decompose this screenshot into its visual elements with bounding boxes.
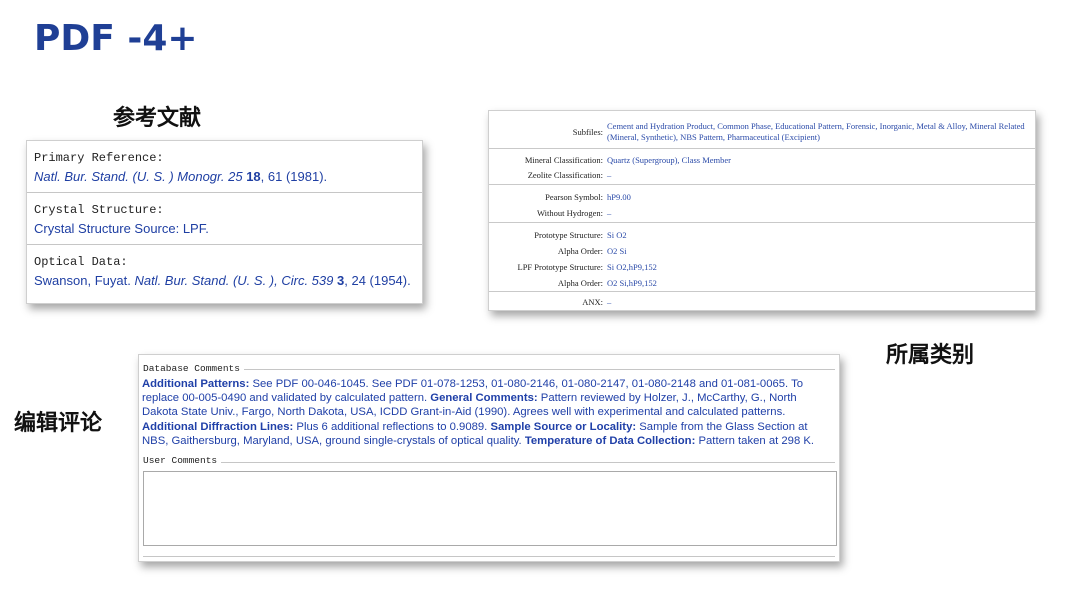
anx-group: ANX: – bbox=[489, 292, 1035, 312]
mineral-row: Mineral Classification: Quartz (Supergro… bbox=[489, 154, 1035, 166]
caption-comments: 编辑评论 bbox=[14, 411, 103, 436]
user-comments-textarea[interactable] bbox=[143, 471, 837, 546]
slide-title: PDF -4+ bbox=[34, 18, 198, 59]
subfiles-value[interactable]: Cement and Hydration Product, Common Pha… bbox=[607, 121, 1027, 143]
without-hydrogen-value: – bbox=[607, 208, 612, 218]
additional-diffraction-text: Plus 6 additional reflections to 0.9089. bbox=[293, 420, 491, 433]
database-comments-text: Additional Patterns: See PDF 00-046-1045… bbox=[142, 377, 832, 448]
database-comments-divider bbox=[143, 369, 835, 370]
primary-reference-label: Primary Reference: bbox=[34, 151, 164, 165]
subfiles-label: Subfiles: bbox=[572, 127, 603, 137]
comments-bottom-divider bbox=[143, 556, 835, 557]
pearson-value[interactable]: hP9.00 bbox=[607, 191, 631, 203]
mineral-value[interactable]: Quartz (Supergroup), Class Member bbox=[607, 154, 731, 166]
classification-panel: Subfiles: Cement and Hydration Product, … bbox=[488, 110, 1036, 311]
mineral-group: Mineral Classification: Quartz (Supergro… bbox=[489, 149, 1035, 185]
additional-diffraction-label: Additional Diffraction Lines: bbox=[142, 420, 294, 433]
lpf-prototype-label: LPF Prototype Structure: bbox=[517, 262, 603, 272]
user-comments-divider bbox=[143, 462, 835, 463]
crystal-structure-label: Crystal Structure: bbox=[34, 203, 164, 217]
temperature-label: Temperature of Data Collection: bbox=[524, 434, 696, 447]
prototype-row: Prototype Structure: Si O2 bbox=[489, 229, 1035, 241]
sample-source-label: Sample Source or Locality: bbox=[490, 420, 637, 433]
pearson-group: Pearson Symbol: hP9.00 Without Hydrogen:… bbox=[489, 185, 1035, 223]
subfiles-group: Subfiles: Cement and Hydration Product, … bbox=[489, 111, 1035, 149]
optical-data-section: Optical Data: Swanson, Fuyat. Natl. Bur.… bbox=[27, 245, 422, 297]
temperature-text: Pattern taken at 298 K. bbox=[695, 434, 815, 447]
additional-patterns-label: Additional Patterns: bbox=[142, 378, 250, 390]
comments-panel: Database Comments Additional Patterns: S… bbox=[138, 354, 840, 562]
prototype-value[interactable]: Si O2 bbox=[607, 229, 627, 241]
crystal-structure-link[interactable]: Crystal Structure Source: LPF. bbox=[34, 221, 422, 236]
references-panel: Primary Reference: Natl. Bur. Stand. (U.… bbox=[26, 140, 423, 304]
prototype-group: Prototype Structure: Si O2 Alpha Order: … bbox=[489, 223, 1035, 292]
anx-value: – bbox=[607, 297, 612, 307]
pearson-row: Pearson Symbol: hP9.00 bbox=[489, 191, 1035, 203]
alpha-order-label: Alpha Order: bbox=[557, 246, 603, 256]
pearson-label: Pearson Symbol: bbox=[545, 192, 603, 202]
without-hydrogen-row: Without Hydrogen: – bbox=[489, 207, 1035, 219]
lpf-prototype-value[interactable]: Si O2,hP9,152 bbox=[607, 261, 657, 273]
primary-reference-section: Primary Reference: Natl. Bur. Stand. (U.… bbox=[27, 141, 422, 193]
general-comments-label: General Comments: bbox=[430, 392, 538, 405]
lpf-prototype-row: LPF Prototype Structure: Si O2,hP9,152 bbox=[489, 261, 1035, 273]
alpha-order-2-label: Alpha Order: bbox=[557, 278, 603, 288]
optical-data-link[interactable]: Swanson, Fuyat. Natl. Bur. Stand. (U. S.… bbox=[34, 273, 422, 288]
alpha-order-value[interactable]: O2 Si bbox=[607, 245, 627, 257]
alpha-order-2-row: Alpha Order: O2 Si,hP9,152 bbox=[489, 277, 1035, 289]
alpha-order-2-value[interactable]: O2 Si,hP9,152 bbox=[607, 277, 657, 289]
anx-row: ANX: – bbox=[489, 296, 1035, 308]
database-comments-legend: Database Comments bbox=[143, 363, 244, 374]
optical-data-label: Optical Data: bbox=[34, 255, 128, 269]
anx-label: ANX: bbox=[582, 297, 603, 307]
prototype-label: Prototype Structure: bbox=[534, 230, 603, 240]
primary-reference-link[interactable]: Natl. Bur. Stand. (U. S. ) Monogr. 25 18… bbox=[34, 169, 422, 184]
crystal-structure-section: Crystal Structure: Crystal Structure Sou… bbox=[27, 193, 422, 245]
mineral-label: Mineral Classification: bbox=[524, 155, 603, 165]
alpha-order-row: Alpha Order: O2 Si bbox=[489, 245, 1035, 257]
without-hydrogen-label: Without Hydrogen: bbox=[537, 208, 603, 218]
zeolite-row: Zeolite Classification: – bbox=[489, 169, 1035, 181]
user-comments-legend: User Comments bbox=[143, 455, 222, 466]
caption-references: 参考文献 bbox=[113, 106, 202, 131]
caption-classification: 所属类别 bbox=[886, 343, 975, 368]
zeolite-label: Zeolite Classification: bbox=[527, 170, 603, 180]
zeolite-value: – bbox=[607, 170, 612, 180]
